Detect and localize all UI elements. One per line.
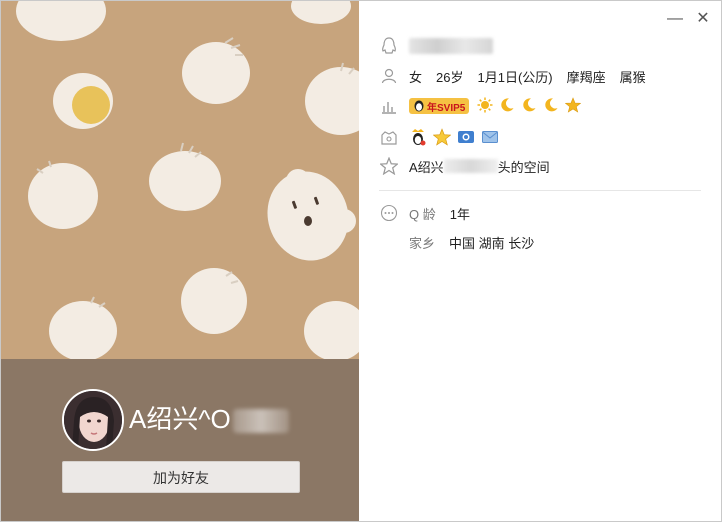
chinese-zodiac: 属猴 <box>619 69 646 85</box>
zodiac: 摩羯座 <box>566 69 606 85</box>
cover-image <box>1 1 359 359</box>
profile-footer: A绍兴^O 加为好友 <box>1 359 359 521</box>
hometown-row: 家乡 中国 湖南 长沙 <box>409 231 534 253</box>
divider <box>379 190 701 191</box>
avatar-image <box>64 391 122 449</box>
avatar[interactable] <box>62 389 124 451</box>
close-icon[interactable]: ✕ <box>693 9 713 29</box>
moon-icon <box>543 97 559 116</box>
qzone-redacted <box>443 159 498 173</box>
qq-number-redacted <box>409 38 493 54</box>
svip-badge[interactable]: 年SVIP5 <box>409 98 470 114</box>
gender: 女 <box>409 69 423 85</box>
privilege-row <box>379 127 505 149</box>
badge-icon <box>379 128 399 148</box>
age: 26岁 <box>436 69 464 85</box>
level-row: 年SVIP5 <box>379 95 587 117</box>
nickname-redaction <box>232 409 289 434</box>
minimize-icon[interactable]: — <box>665 9 685 29</box>
level-icon <box>379 96 399 116</box>
penguin-icon <box>414 100 424 112</box>
qq-icon <box>379 36 399 56</box>
nickname: A绍兴^O <box>129 399 289 436</box>
profile-window: A绍兴^O 加为好友 — ✕ 女 26岁 1月1日(公历) 摩羯座 属猴 年SV… <box>0 0 722 522</box>
qage-label: Q 龄 <box>409 206 436 222</box>
more-icon <box>379 203 399 223</box>
qzone-prefix: A绍兴 <box>409 159 444 175</box>
moon-icon <box>521 97 537 116</box>
star-privilege-icon[interactable] <box>432 127 452 149</box>
svip-badge-text: 年SVIP5 <box>427 102 466 114</box>
qage-value: 1年 <box>449 206 470 222</box>
moon-icon <box>499 97 515 116</box>
qzone-row[interactable]: A绍兴 头的空间 <box>379 155 550 177</box>
hometown-value: 中国 湖南 长沙 <box>449 235 535 251</box>
cover-illustration <box>16 1 359 359</box>
hometown-label: 家乡 <box>409 235 436 251</box>
user-icon <box>379 66 399 86</box>
personal-info-row: 女 26岁 1月1日(公历) 摩羯座 属猴 <box>379 65 660 87</box>
qq-privilege-icon[interactable] <box>409 128 427 149</box>
mail-privilege-icon[interactable] <box>481 128 499 149</box>
birthday: 1月1日(公历) <box>477 69 553 85</box>
add-friend-button[interactable]: 加为好友 <box>62 461 300 493</box>
left-panel: A绍兴^O 加为好友 <box>1 1 359 521</box>
qage-row: Q 龄 1年 <box>379 202 470 224</box>
camera-privilege-icon[interactable] <box>457 128 475 149</box>
right-panel: — ✕ 女 26岁 1月1日(公历) 摩羯座 属猴 年SVIP5 A绍兴 头的空… <box>359 1 721 521</box>
qq-number-row <box>379 35 493 57</box>
star-level-icon <box>565 96 582 116</box>
star-icon <box>379 156 399 176</box>
qzone-suffix: 头的空间 <box>497 159 550 175</box>
nickname-text: A绍兴^O <box>129 404 231 434</box>
sun-icon <box>477 97 493 116</box>
